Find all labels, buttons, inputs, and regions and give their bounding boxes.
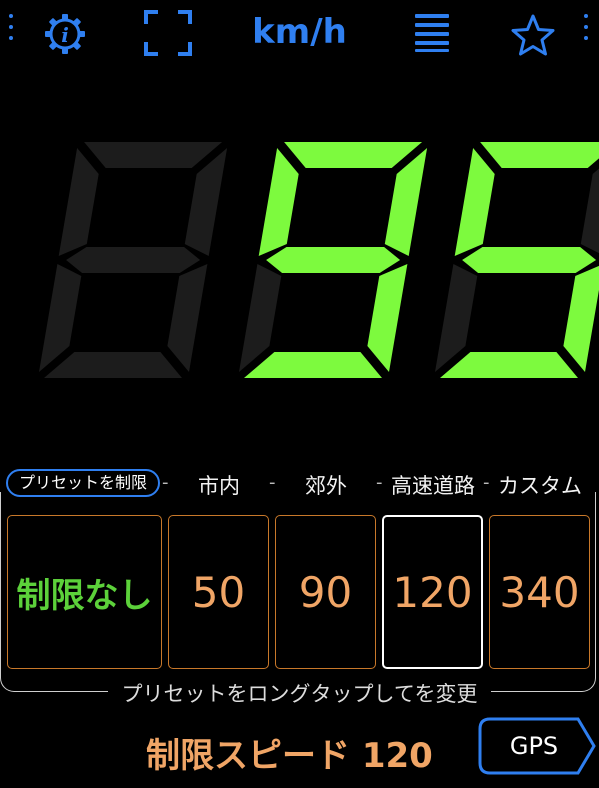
left-more-vertical-icon[interactable]: [9, 14, 13, 47]
digit-2-segment-a: [284, 142, 423, 168]
preset-hint-text: プリセットをロングタップしてを変更: [107, 682, 492, 706]
svg-text:i: i: [61, 23, 69, 47]
digit-2-segment-c: [367, 264, 408, 372]
digit-2-segment-g: [266, 247, 401, 273]
digit-3-segment-a: [480, 142, 599, 168]
digit-2-segment-d: [244, 352, 382, 378]
fullscreen-icon[interactable]: [144, 10, 192, 56]
favorite-star-icon[interactable]: [510, 14, 556, 56]
digit-1-segment-a: [84, 142, 223, 168]
digit-3-segment-c: [563, 265, 599, 372]
preset-city-button[interactable]: 50: [168, 515, 269, 669]
digit-3-segment-d: [440, 352, 578, 378]
digit-3-segment-g: [462, 247, 597, 273]
digit-2-segment-f: [258, 148, 299, 256]
preset-custom-button[interactable]: 340: [489, 515, 590, 669]
digit-1-segment-f: [58, 148, 99, 256]
digit-3-segment-f: [454, 148, 495, 256]
preset-suburb-button[interactable]: 90: [275, 515, 376, 669]
right-more-vertical-icon[interactable]: [584, 14, 588, 47]
gps-button[interactable]: GPS: [478, 717, 596, 775]
digit-1-segment-g: [66, 247, 201, 273]
preset-no-limit-button[interactable]: 制限なし: [7, 515, 162, 669]
menu-list-icon[interactable]: [415, 12, 449, 52]
info-gear-icon[interactable]: i: [43, 12, 87, 56]
digit-1-segment-d: [44, 352, 182, 378]
speed-unit-toggle[interactable]: km/h: [252, 12, 347, 52]
speed-limit-label: 制限スピード 120: [146, 736, 433, 776]
preset-highway-button[interactable]: 120: [382, 515, 483, 669]
header-separator: -: [483, 472, 490, 493]
header-separator: -: [376, 472, 383, 493]
digit-1-segment-c: [167, 264, 208, 372]
speed-display: [39, 142, 599, 378]
gps-button-label: GPS: [509, 732, 559, 760]
